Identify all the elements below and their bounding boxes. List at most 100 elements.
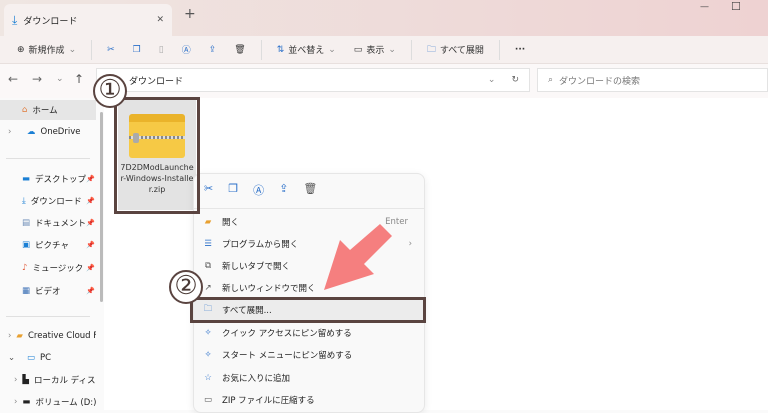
search-input[interactable]: ⌕ ダウンロードの検索 bbox=[537, 68, 768, 92]
extract-all-button[interactable]: 🗀 すべて展開 bbox=[420, 39, 491, 61]
address-bar[interactable]: ⤓ ダウンロード ⌄ ↻ bbox=[96, 68, 530, 92]
cut-icon[interactable]: ✂ bbox=[204, 182, 213, 198]
download-icon: ⤓ bbox=[22, 196, 26, 206]
chevron-down-icon: ⌄ bbox=[388, 44, 396, 55]
cut-button[interactable]: ✂ bbox=[100, 39, 122, 61]
annotation-box-file bbox=[114, 97, 200, 214]
menu-label: スタート メニューにピン留めする bbox=[222, 351, 353, 361]
divider bbox=[6, 316, 90, 317]
new-tab-icon: ⧉ bbox=[204, 261, 212, 271]
sidebar-item-home[interactable]: ⌂ ホーム bbox=[0, 100, 96, 120]
forward-icon[interactable]: → bbox=[32, 72, 42, 86]
sidebar-item-label: デスクトップ bbox=[35, 175, 87, 185]
menu-label: ZIP ファイルに圧縮する bbox=[222, 396, 315, 406]
rename-button[interactable]: Ⓐ bbox=[175, 39, 198, 61]
search-icon: ⌕ bbox=[548, 75, 554, 85]
sidebar-item-pc[interactable]: ⌄ ▭ PC bbox=[0, 348, 96, 368]
rename-icon[interactable]: Ⓐ bbox=[253, 182, 264, 198]
menu-item-pin-start[interactable]: ✧ スタート メニューにピン留めする bbox=[202, 345, 422, 365]
menu-item-pin-quick-access[interactable]: ✧ クイック アクセスにピン留めする bbox=[202, 323, 422, 343]
chevron-down-icon[interactable]: ⌄ bbox=[488, 75, 496, 85]
chevron-down-icon: ⌄ bbox=[8, 353, 16, 363]
new-label: 新規作成 bbox=[28, 46, 65, 56]
sidebar-item-music[interactable]: ♪ ミュージック 📌 bbox=[0, 258, 96, 278]
sidebar-item-creative-cloud[interactable]: › ▰ Creative Cloud F bbox=[0, 326, 96, 346]
up-icon[interactable]: ↑ bbox=[74, 72, 84, 86]
recent-chevron-icon[interactable]: ⌄ bbox=[56, 74, 64, 84]
download-icon: ⤓ bbox=[12, 12, 18, 27]
chevron-right-icon: › bbox=[14, 397, 18, 407]
divider bbox=[498, 39, 500, 60]
annotation-box-extract bbox=[190, 297, 426, 323]
maximize-button[interactable]: ☐ bbox=[731, 0, 741, 13]
back-icon[interactable]: ← bbox=[8, 72, 18, 86]
trash-icon[interactable]: 🗑 bbox=[303, 182, 317, 198]
chevron-right-icon: › bbox=[408, 239, 412, 249]
divider bbox=[6, 158, 90, 159]
sidebar-item-videos[interactable]: ▦ ビデオ 📌 bbox=[0, 281, 96, 301]
sidebar-item-label: ミュージック bbox=[32, 264, 84, 274]
sidebar-item-label: OneDrive bbox=[40, 127, 81, 137]
menu-label: お気に入りに追加 bbox=[222, 374, 291, 384]
close-tab-button[interactable]: ✕ bbox=[156, 15, 164, 25]
chevron-right-icon: › bbox=[8, 127, 12, 137]
menu-item-compress-zip[interactable]: ▭ ZIP ファイルに圧縮する bbox=[202, 390, 422, 410]
sidebar-item-label: ホーム bbox=[32, 106, 58, 116]
share-icon[interactable]: ⇪ bbox=[279, 182, 288, 198]
tab-downloads[interactable]: ⤓ ダウンロード ✕ bbox=[4, 4, 172, 36]
minimize-button[interactable]: — bbox=[700, 2, 709, 12]
pin-icon: 📌 bbox=[86, 197, 95, 205]
refresh-icon[interactable]: ↻ bbox=[511, 75, 519, 85]
sidebar-scrollbar[interactable] bbox=[100, 112, 103, 302]
drive-icon: ▬ bbox=[22, 397, 31, 407]
menu-item-add-favorites[interactable]: ☆ お気に入りに追加 bbox=[202, 368, 422, 388]
sort-icon: ⇅ bbox=[276, 44, 285, 55]
disk-icon: ▙ bbox=[22, 375, 29, 385]
new-tab-button[interactable]: + bbox=[184, 6, 196, 22]
delete-button[interactable]: 🗑 bbox=[227, 39, 252, 61]
divider bbox=[91, 39, 93, 60]
view-button[interactable]: ▭ 表示 ⌄ bbox=[347, 39, 403, 61]
sidebar-item-label: ローカル ディスク bbox=[33, 376, 96, 386]
sidebar-item-downloads[interactable]: ⤓ ダウンロード 📌 bbox=[0, 191, 96, 211]
sidebar-item-label: ダウンロード bbox=[30, 197, 82, 207]
sidebar-item-label: PC bbox=[40, 353, 52, 363]
divider bbox=[260, 39, 262, 60]
search-placeholder: ダウンロードの検索 bbox=[559, 76, 641, 87]
chevron-down-icon: ⌄ bbox=[68, 44, 77, 55]
document-icon: ▤ bbox=[22, 218, 31, 228]
sidebar: ⌂ ホーム › ☁ OneDrive ▬ デスクトップ 📌 ⤓ ダウンロード 📌 ▤ ドキュメン… bbox=[0, 98, 100, 410]
sidebar-item-pictures[interactable]: ▣ ピクチャ 📌 bbox=[0, 235, 96, 255]
sort-button[interactable]: ⇅ 並べ替え ⌄ bbox=[270, 39, 343, 61]
desktop-icon: ▬ bbox=[22, 174, 31, 184]
chevron-down-icon: ⌄ bbox=[328, 44, 336, 55]
sidebar-item-label: Creative Cloud F bbox=[27, 331, 96, 341]
copy-button[interactable]: ❐ bbox=[126, 39, 148, 61]
annotation-step-2: ② bbox=[169, 270, 203, 304]
copy-icon[interactable]: ❐ bbox=[228, 182, 238, 198]
share-icon: ⇪ bbox=[208, 44, 217, 55]
sidebar-item-documents[interactable]: ▤ ドキュメント 📌 bbox=[0, 213, 96, 233]
menu-label: 新しいウィンドウで開く bbox=[222, 284, 316, 294]
divider bbox=[194, 208, 424, 209]
folder-icon: ▰ bbox=[16, 331, 23, 341]
share-button[interactable]: ⇪ bbox=[202, 39, 224, 61]
paste-button[interactable]: ▯ bbox=[152, 39, 171, 61]
divider bbox=[410, 39, 412, 60]
sidebar-item-local-disk[interactable]: › ▙ ローカル ディスク bbox=[0, 370, 96, 390]
home-icon: ⌂ bbox=[22, 105, 28, 115]
zip-icon: ▭ bbox=[203, 395, 213, 405]
sidebar-item-volume-d[interactable]: › ▬ ボリューム (D:) bbox=[0, 392, 96, 412]
annotation-step-1: ① bbox=[93, 74, 127, 108]
chevron-right-icon: › bbox=[8, 331, 12, 341]
more-button[interactable]: ··· bbox=[508, 39, 532, 61]
scissors-icon: ✂ bbox=[107, 44, 115, 55]
new-button[interactable]: ⊕ 新規作成 ⌄ bbox=[10, 39, 83, 61]
command-bar: ⊕ 新規作成 ⌄ ✂ ❐ ▯ Ⓐ ⇪ 🗑 ⇅ 並べ替え ⌄ ▭ 表示 ⌄ 🗀 すべて展開 ··… bbox=[0, 36, 768, 64]
sidebar-item-desktop[interactable]: ▬ デスクトップ 📌 bbox=[0, 169, 96, 189]
pin-icon: ✧ bbox=[204, 350, 212, 360]
sidebar-item-onedrive[interactable]: › ☁ OneDrive bbox=[0, 122, 96, 142]
star-icon: ☆ bbox=[204, 373, 212, 383]
pin-icon: 📌 bbox=[86, 219, 95, 227]
sidebar-item-label: ボリューム (D:) bbox=[35, 398, 96, 408]
